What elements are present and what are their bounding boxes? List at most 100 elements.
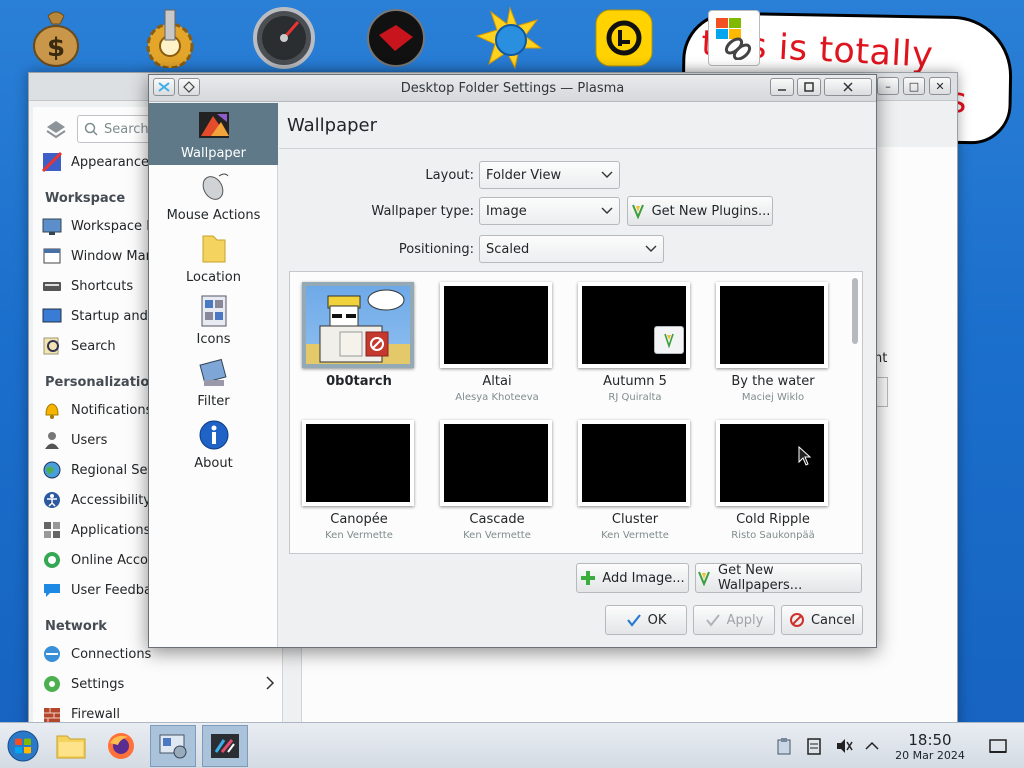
sidebar-item-label: Notifications — [71, 402, 153, 418]
page-title: Wallpaper — [287, 115, 378, 136]
keyboard-icon — [41, 275, 63, 297]
firefox-taskbar-icon[interactable] — [98, 725, 144, 767]
wallpaper-author: Risto Saukonpää — [731, 530, 815, 541]
wallpaper-thumb[interactable]: Cascade Ken Vermette — [428, 414, 566, 552]
red-web-app-icon[interactable] — [356, 4, 436, 72]
maximize-button[interactable]: □ — [903, 77, 925, 95]
wallpaper-author: RJ Quiralta — [608, 392, 662, 403]
plasma-dialog-taskbar-button[interactable] — [202, 725, 248, 767]
clipboard-tray-icon[interactable] — [774, 736, 794, 756]
layout-combo[interactable]: Folder View — [479, 161, 620, 189]
start-button[interactable] — [0, 725, 46, 767]
window-icon — [41, 245, 63, 267]
notes-tray-icon[interactable] — [804, 736, 824, 756]
nav-label: Wallpaper — [180, 146, 247, 161]
chevron-down-icon — [645, 242, 657, 260]
minimize-button[interactable] — [770, 78, 794, 96]
cancel-icon — [789, 612, 805, 628]
gallery-scrollbar[interactable] — [850, 274, 860, 551]
speedometer-icon[interactable] — [244, 4, 324, 72]
nav-wallpaper[interactable]: Wallpaper — [149, 103, 278, 165]
configure-icon[interactable] — [45, 119, 67, 143]
clock-time[interactable]: 18:50 — [900, 731, 960, 749]
scrollbar-handle[interactable] — [852, 278, 858, 344]
chevron-down-icon — [601, 168, 613, 186]
wallpaper-name: Cold Ripple — [736, 512, 810, 527]
applications-icon — [41, 519, 63, 541]
sidebar-item-label: Shortcuts — [71, 278, 134, 294]
wallpaper-thumb[interactable]: Cold Ripple Risto Saukonpää — [704, 414, 842, 552]
plasma-app-icon[interactable] — [153, 78, 175, 96]
download-icon — [630, 203, 646, 219]
wallpaper-author: Ken Vermette — [463, 530, 531, 541]
wallpaper-preview — [720, 286, 824, 364]
category-personalization: Personalization — [45, 375, 159, 390]
ok-button[interactable]: OK — [605, 605, 687, 635]
wallpaper-thumb-hovered[interactable]: Autumn 5 RJ Quiralta — [566, 276, 704, 414]
wallpaper-preview-frame — [302, 420, 414, 506]
nav-about[interactable]: About — [149, 413, 278, 475]
minimize-button[interactable]: – — [877, 77, 899, 95]
wallpaper-thumb[interactable]: By the water Maciej Wiklo — [704, 276, 842, 414]
positioning-label: Positioning: — [398, 242, 474, 257]
nav-mouse-actions[interactable]: Mouse Actions — [149, 165, 278, 227]
sidebar-item-network-settings[interactable]: Settings — [41, 671, 281, 697]
nav-label: Icons — [196, 332, 231, 347]
button-label: Cancel — [810, 612, 856, 628]
dialog-title: Desktop Folder Settings — Plasma — [400, 80, 625, 96]
nav-label: Mouse Actions — [166, 208, 261, 223]
check-icon — [705, 612, 721, 628]
check-icon — [626, 612, 642, 628]
system-settings-taskbar-button[interactable] — [150, 725, 196, 767]
maximize-button[interactable] — [797, 78, 821, 96]
wallpaper-thumb[interactable]: Altai Alesya Khoteeva — [428, 276, 566, 414]
layout-label: Layout: — [425, 168, 474, 183]
wallpaper-thumb[interactable]: Canopée Ken Vermette — [290, 414, 428, 552]
sidebar-item-label: Connections — [71, 646, 152, 662]
chain-link-icon[interactable] — [708, 10, 760, 66]
sidebar-item-label: Online Accou — [71, 552, 157, 568]
cancel-button[interactable]: Cancel — [781, 605, 863, 635]
apply-button[interactable]: Apply — [693, 605, 775, 635]
close-button[interactable]: ✕ — [929, 77, 951, 95]
money-bag-icon[interactable]: $ — [16, 4, 96, 72]
sidebar-item-label: User Feedba — [71, 582, 152, 598]
wallpaper-type-combo[interactable]: Image — [479, 197, 620, 225]
layout-value: Folder View — [486, 167, 562, 183]
accessibility-icon — [41, 489, 63, 511]
sidebar-item-label: Accessibility — [71, 492, 151, 508]
button-label: OK — [647, 612, 667, 628]
ldplayer-icon[interactable] — [584, 4, 664, 72]
wallpaper-type-value: Image — [486, 203, 527, 219]
nav-location[interactable]: Location — [149, 227, 278, 289]
wallpaper-page: Wallpaper Layout: Folder View Wallpaper … — [279, 103, 876, 647]
wallpaper-thumb[interactable]: 0b0tarch — [290, 276, 428, 414]
gear-app-icon[interactable] — [130, 4, 210, 72]
open-containing-folder-button[interactable] — [654, 326, 684, 354]
show-desktop-icon[interactable] — [988, 736, 1008, 756]
positioning-combo[interactable]: Scaled — [479, 235, 664, 263]
category-workspace: Workspace — [45, 191, 126, 206]
wallpaper-preview-frame — [440, 282, 552, 368]
sidebar-item-label: Startup and S — [71, 308, 161, 324]
appearance-icon — [41, 151, 63, 173]
filter-icon — [197, 355, 231, 391]
connections-icon — [41, 643, 63, 665]
wallpaper-preview — [306, 424, 410, 502]
wallpaper-name: Autumn 5 — [603, 374, 667, 389]
get-new-plugins-button[interactable]: Get New Plugins... — [627, 196, 773, 226]
close-button[interactable] — [824, 78, 872, 96]
clock-date[interactable]: 20 Mar 2024 — [882, 749, 978, 762]
volume-muted-icon[interactable] — [834, 736, 854, 756]
keep-above-icon[interactable] — [178, 78, 200, 96]
globe-star-icon[interactable] — [470, 4, 550, 72]
nav-filter[interactable]: Filter — [149, 351, 278, 413]
chevron-up-icon[interactable] — [862, 736, 882, 756]
wallpaper-thumb[interactable]: Cluster Ken Vermette — [566, 414, 704, 552]
file-manager-taskbar-icon[interactable] — [48, 725, 94, 767]
add-image-button[interactable]: Add Image... — [576, 563, 689, 593]
add-icon — [580, 570, 596, 586]
nav-icons[interactable]: Icons — [149, 289, 278, 351]
dialog-titlebar[interactable]: Desktop Folder Settings — Plasma — [149, 75, 876, 102]
get-new-wallpapers-button[interactable]: Get New Wallpapers... — [695, 563, 862, 593]
